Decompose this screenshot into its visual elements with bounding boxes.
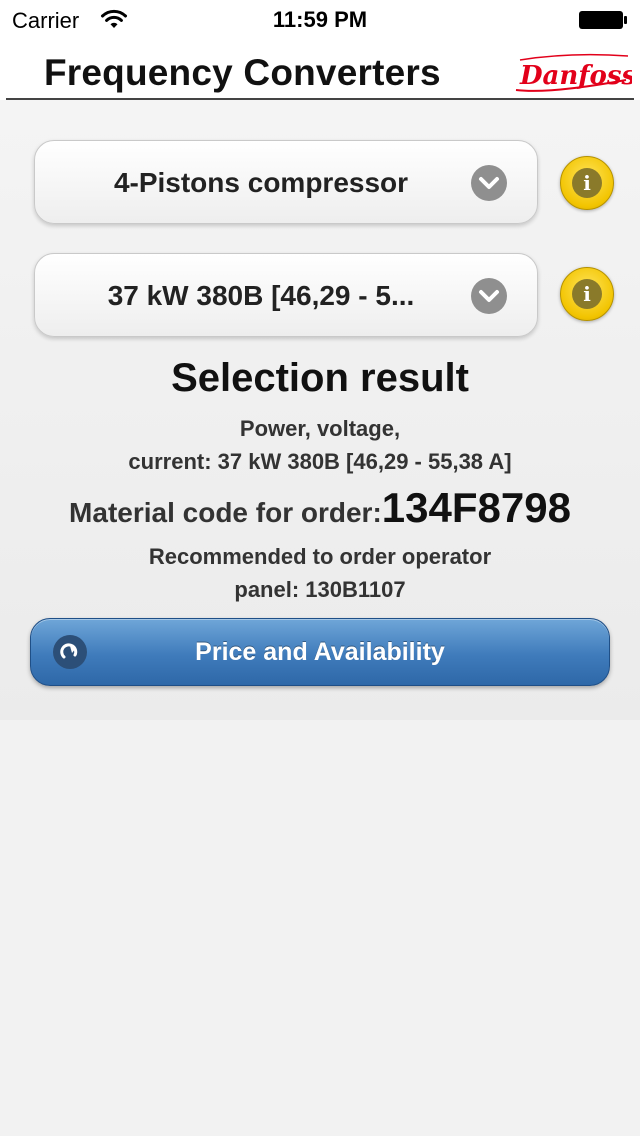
status-time: 11:59 PM <box>272 7 368 32</box>
material-code-value: 134F8798 <box>381 484 571 531</box>
danfoss-logo: Danfoss <box>515 53 632 92</box>
material-code-row: Material code for order:134F8798 <box>0 484 640 532</box>
price-availability-label: Price and Availability <box>195 638 445 666</box>
power-info-button[interactable]: i <box>560 267 614 321</box>
info-icon: i <box>572 279 602 309</box>
chevron-down-icon <box>471 278 507 314</box>
power-line-2: current: 37 kW 380B [46,29 - 55,38 A] <box>128 449 512 474</box>
price-availability-button[interactable]: Price and Availability <box>30 618 610 686</box>
status-bar: Carrier 11:59 PM <box>0 0 640 40</box>
chevron-down-icon <box>471 165 507 201</box>
info-icon: i <box>572 168 602 198</box>
material-code-label: Material code for order: <box>69 497 382 528</box>
battery-icon <box>579 11 627 29</box>
power-select[interactable]: 37 kW 380B [46,29 - 5... <box>34 253 538 337</box>
compressor-info-button[interactable]: i <box>560 156 614 210</box>
logo-text: Danfoss <box>519 61 632 91</box>
power-value: 37 kW 380B [46,29 - 5... <box>107 280 415 311</box>
content-panel: 4-Pistons compressor i 37 kW 380B [46,29… <box>0 100 640 720</box>
page-title: Frequency Converters <box>44 52 441 93</box>
compressor-type-select[interactable]: 4-Pistons compressor <box>34 140 538 224</box>
compressor-type-value: 4-Pistons compressor <box>113 167 409 198</box>
app-header: Frequency Converters Danfoss <box>0 40 640 102</box>
recommend-line-2: panel: 130B1107 <box>234 577 406 602</box>
power-line-1: Power, voltage, <box>239 416 401 441</box>
result-heading: Selection result <box>171 356 469 400</box>
recommend-line-1: Recommended to order operator <box>148 544 492 569</box>
